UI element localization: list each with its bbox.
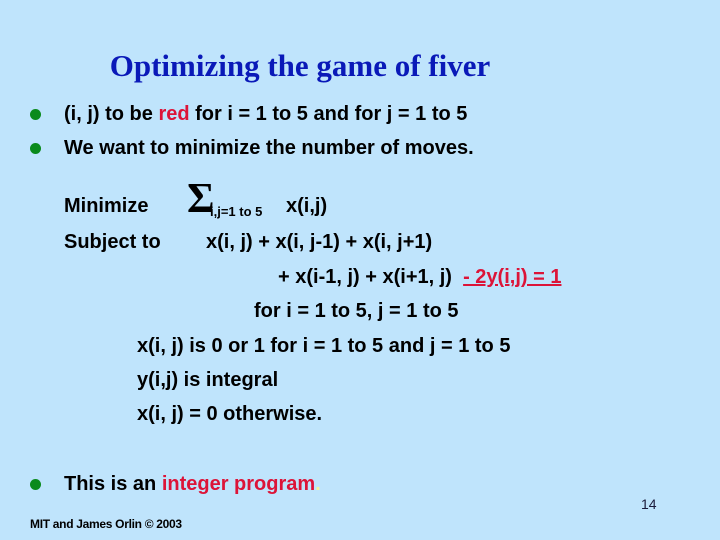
bullet-item-integer-program: This is an integer program. bbox=[30, 473, 321, 496]
bullet-dot-icon bbox=[30, 479, 41, 490]
bullet-text: This is an integer program. bbox=[64, 473, 321, 495]
bullet-item-red-cells: (i, j) to be red for i = 1 to 5 and for … bbox=[30, 103, 467, 126]
integral-constraint: y(i,j) is integral bbox=[137, 369, 279, 391]
constraint-red-term: - 2y(i,j) = 1 bbox=[463, 266, 562, 288]
bullet-text: We want to minimize the number of moves. bbox=[64, 137, 474, 159]
constraint-line-1: x(i, j) + x(i, j-1) + x(i, j+1) bbox=[206, 231, 433, 253]
bullet-item-minimize-moves: We want to minimize the number of moves. bbox=[30, 137, 474, 160]
footer-copyright: MIT and James Orlin © 2003 bbox=[30, 517, 182, 531]
objective-expression: x(i,j) bbox=[286, 195, 328, 217]
bullet-text: (i, j) to be red for i = 1 to 5 and for … bbox=[64, 103, 468, 125]
integer-program-highlight: integer program bbox=[161, 473, 316, 495]
slide-title: Optimizing the game of fiver bbox=[109, 48, 491, 83]
constraint-range: for i = 1 to 5, j = 1 to 5 bbox=[254, 300, 459, 322]
minimize-label: Minimize bbox=[64, 195, 149, 217]
constraint-line-2: + x(i-1, j) + x(i+1, j) - 2y(i,j) = 1 bbox=[278, 266, 562, 288]
red-word: red bbox=[158, 103, 190, 125]
bullet-dot-icon bbox=[30, 109, 41, 120]
binary-constraint: x(i, j) is 0 or 1 for i = 1 to 5 and j =… bbox=[137, 335, 511, 357]
page-number: 14 bbox=[641, 496, 657, 512]
summation-subscript: i,j=1 to 5 bbox=[210, 204, 263, 219]
otherwise-constraint: x(i, j) = 0 otherwise. bbox=[137, 403, 323, 425]
slide: Optimizing the game of fiver (i, j) to b… bbox=[0, 0, 720, 540]
bullet-dot-icon bbox=[30, 143, 41, 154]
subject-to-label: Subject to bbox=[64, 231, 161, 253]
